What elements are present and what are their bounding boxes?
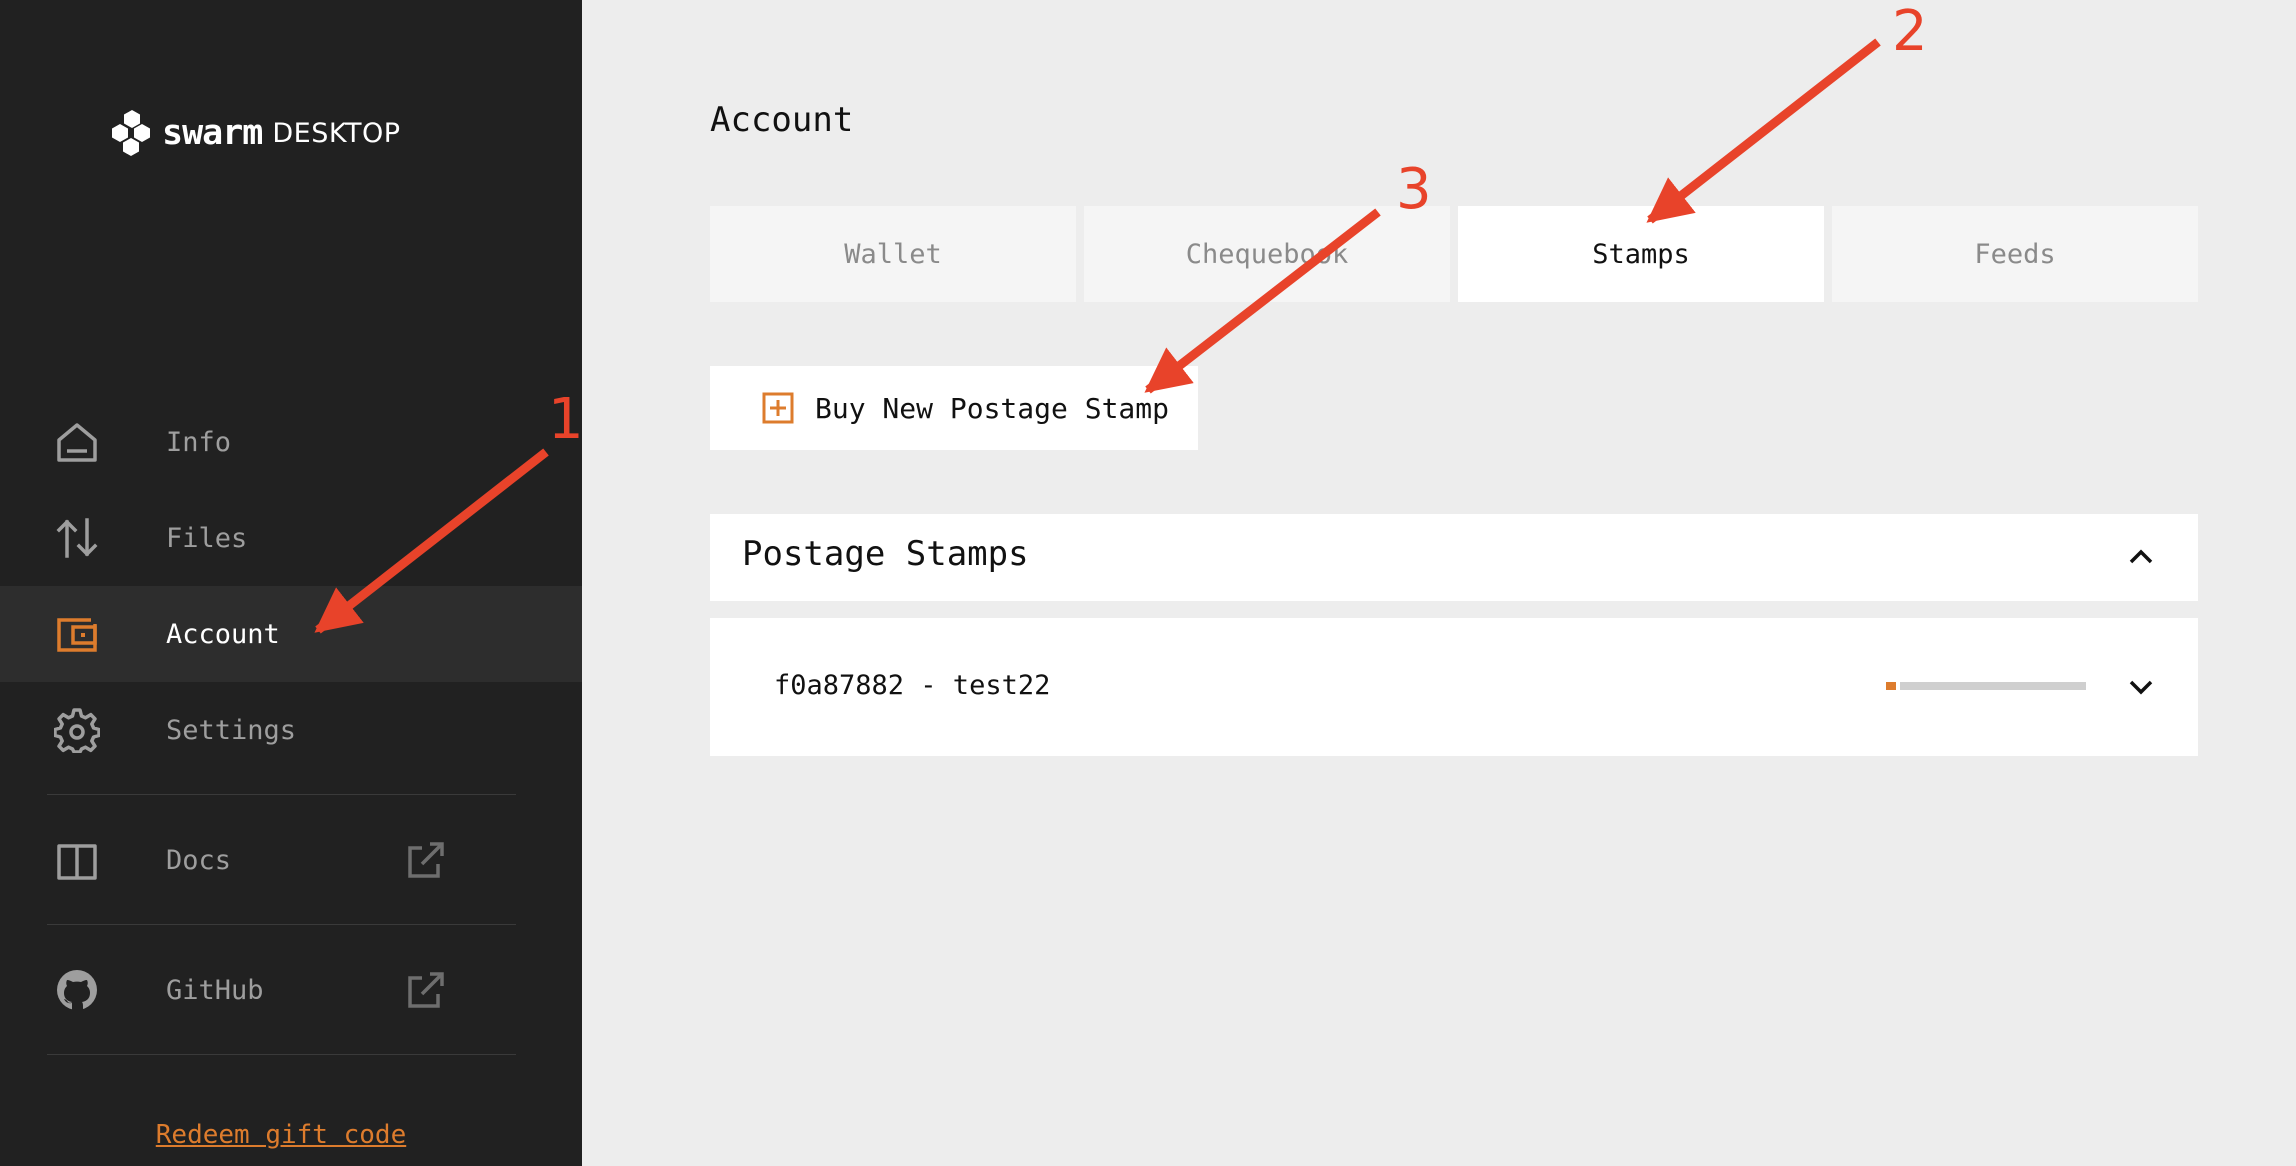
annotation-arrow-2 (1646, 38, 1881, 224)
sidebar-divider (47, 924, 516, 925)
swarm-logo-icon (112, 110, 150, 156)
stamp-label: f0a87882 - test22 (774, 670, 1051, 701)
sidebar-item-label: Info (166, 426, 232, 458)
sidebar: swarm DESKTOP Info Files Account Setting… (0, 0, 582, 1166)
external-link-icon (408, 842, 444, 878)
book-icon (53, 836, 101, 884)
stamp-usage-fill (1886, 682, 1896, 690)
postage-stamps-section-header[interactable]: Postage Stamps (710, 514, 2198, 601)
sidebar-item-files[interactable]: Files (0, 490, 582, 586)
tab-feeds[interactable]: Feeds (1832, 206, 2198, 302)
app-window: swarm DESKTOP Info Files Account Setting… (0, 0, 2296, 1166)
home-icon (53, 418, 101, 466)
annotation-number-3: 3 (1396, 157, 1432, 222)
sidebar-item-label: Settings (166, 714, 297, 746)
sidebar-item-settings[interactable]: Settings (0, 682, 582, 778)
stamp-usage-bar (1886, 682, 2086, 690)
sidebar-item-label: Account (166, 618, 280, 650)
tab-wallet[interactable]: Wallet (710, 206, 1076, 302)
buy-button-label: Buy New Postage Stamp (815, 391, 1170, 425)
stamp-usage-separator (1896, 682, 1900, 690)
app-logo: swarm DESKTOP (110, 108, 400, 158)
sidebar-item-info[interactable]: Info (0, 394, 582, 490)
sidebar-item-account[interactable]: Account (0, 586, 582, 682)
transfer-arrows-icon (53, 514, 101, 562)
sidebar-item-label: GitHub (166, 974, 264, 1006)
sidebar-item-docs[interactable]: Docs (0, 812, 582, 908)
sidebar-item-label: Files (166, 522, 248, 554)
redeem-gift-code-link[interactable]: Redeem gift code (0, 1120, 562, 1150)
tab-stamps[interactable]: Stamps (1458, 206, 1824, 302)
postage-stamp-row[interactable]: f0a87882 - test22 (710, 618, 2198, 756)
github-icon (53, 966, 101, 1014)
gear-icon (53, 706, 101, 754)
postage-stamps-title: Postage Stamps (742, 534, 1029, 574)
sidebar-item-label: Docs (166, 844, 232, 876)
page-title: Account (710, 100, 854, 140)
sidebar-item-github[interactable]: GitHub (0, 942, 582, 1038)
sidebar-divider (47, 794, 516, 795)
logo-subtitle: DESKTOP (272, 117, 401, 149)
buy-new-postage-stamp-button[interactable]: Buy New Postage Stamp (710, 366, 1198, 450)
plus-square-icon (762, 392, 794, 424)
chevron-down-icon (2129, 680, 2153, 695)
sidebar-divider (47, 1054, 516, 1055)
logo-wordmark: swarm (162, 113, 263, 153)
wallet-icon (53, 610, 101, 658)
annotation-number-2: 2 (1892, 0, 1928, 64)
external-link-icon (408, 972, 444, 1008)
annotation-number-1: 1 (548, 387, 584, 452)
chevron-up-icon (2129, 549, 2153, 564)
